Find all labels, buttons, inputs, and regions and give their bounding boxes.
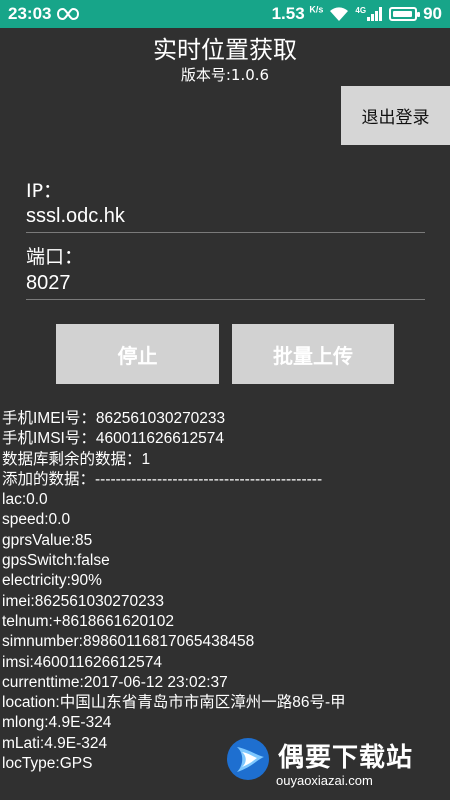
watermark: 偶要下载站 ouyaoxiazai.com	[224, 735, 444, 795]
info-line: mlong:4.9E-324	[2, 714, 112, 732]
info-line: simnumber:89860116817065438458	[2, 633, 255, 651]
watermark-text: 偶要下载站	[278, 743, 414, 773]
signal-group: 4G	[355, 7, 383, 21]
status-bar-left: 23:03	[8, 4, 80, 24]
info-line: 数据库剩余的数据：1	[2, 450, 151, 468]
watermark-logo-icon	[227, 738, 269, 780]
infinity-icon	[57, 8, 80, 20]
watermark-url: ouyaoxiazai.com	[276, 773, 373, 788]
network-speed: 1.53 K/s	[271, 4, 324, 23]
info-line: imei:862561030270233	[2, 592, 165, 610]
page-title: 实时位置获取	[153, 36, 297, 64]
version-label: 版本号:1.0.6	[180, 66, 270, 84]
battery-icon	[389, 7, 421, 21]
ip-input[interactable]: sssl.odc.hk	[26, 205, 425, 233]
batch-upload-button[interactable]: 批量上传	[232, 324, 394, 384]
port-input[interactable]: 8027	[26, 272, 425, 300]
battery-level: 90	[423, 4, 442, 23]
info-line: gpsSwitch:false	[2, 552, 110, 570]
logout-button[interactable]: 退出登录	[341, 86, 450, 145]
ip-label: IP：	[26, 180, 63, 202]
wifi-icon	[330, 7, 349, 21]
stop-button[interactable]: 停止	[56, 324, 219, 384]
status-bar-right: 1.53 K/s 4G 90	[272, 4, 442, 24]
signal-bars-icon	[367, 7, 383, 21]
info-line: gprsValue:85	[2, 531, 93, 549]
status-bar: 23:03 1.53 K/s 4G 90	[0, 0, 450, 28]
info-log: 手机IMEI号：862561030270233 手机IMSI号：46001162…	[2, 409, 448, 774]
info-line: location:中国山东省青岛市市南区漳州一路86号-甲	[2, 694, 346, 712]
info-line: 手机IMSI号：460011626612574	[2, 430, 225, 448]
speed-unit: K/s	[309, 4, 324, 15]
network-type: 4G	[355, 6, 367, 15]
info-line: currenttime:2017-06-12 23:02:37	[2, 673, 228, 691]
info-line: lac:0.0	[2, 491, 48, 509]
info-line: 添加的数据：----------------------------------…	[2, 470, 323, 488]
info-line: electricity:90%	[2, 572, 102, 590]
info-line: imsi:460011626612574	[2, 653, 163, 671]
info-line: telnum:+8618661620102	[2, 612, 174, 630]
port-label: 端口：	[26, 246, 84, 268]
info-line: 手机IMEI号：862561030270233	[2, 410, 226, 427]
status-time: 23:03	[8, 4, 52, 23]
info-line: speed:0.0	[2, 511, 71, 529]
